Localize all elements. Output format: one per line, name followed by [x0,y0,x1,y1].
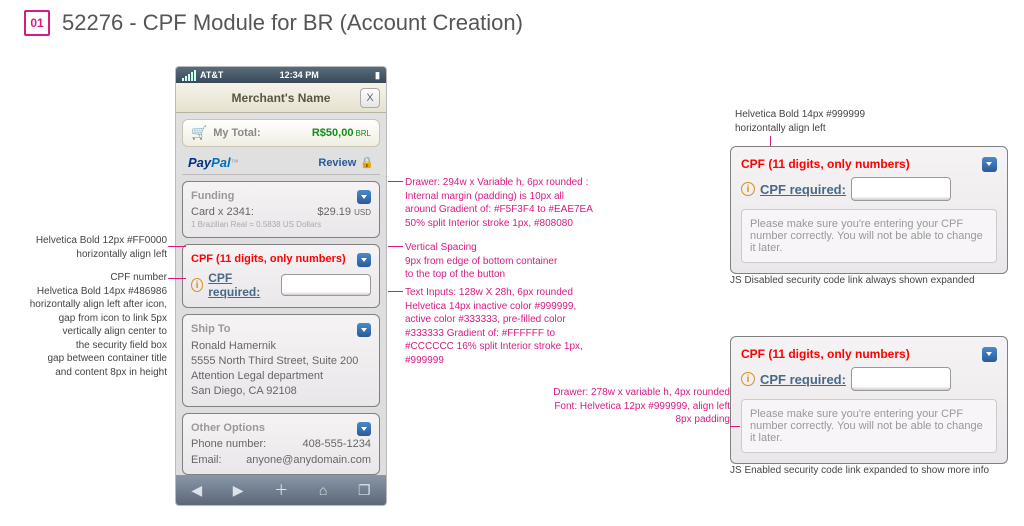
anno-right-header: Helvetica Bold 14px #999999 horizontally… [735,108,935,135]
shipto-city: San Diego, CA 92108 [191,384,371,399]
callout-line [388,246,403,247]
funding-amount: $29.19 [317,206,351,218]
shipto-panel[interactable]: Ship To Ronald Hamernik 5555 North Third… [182,314,380,407]
funding-panel[interactable]: Funding Card x 2341: $29.19 USD 1 Brazil… [182,181,380,238]
phone-mock: AT&T 12:34 PM ▮ Merchant's Name X 🛒 My T… [175,66,387,506]
cpf-input[interactable] [281,274,371,296]
callout-line [388,291,403,292]
bookmarks-button[interactable]: ⌂ [319,482,327,498]
cpf-required-link[interactable]: CPF required: [208,271,276,299]
close-button[interactable]: X [360,88,380,108]
carrier-label: AT&T [200,70,223,80]
funding-card: Card x 2341: [191,206,254,218]
tabs-button[interactable]: ❐ [358,482,371,499]
cpf-error: CPF (11 digits, only numbers) [741,157,997,171]
signal-icon [182,70,196,81]
other-header: Other Options [191,422,371,434]
cart-icon: 🛒 [191,125,207,141]
total-bar[interactable]: 🛒 My Total: R$50,00 BRL [182,119,380,147]
other-panel[interactable]: Other Options Phone number:408-555-1234 … [182,413,380,475]
chevron-down-icon[interactable] [357,323,371,337]
email-label: Email: [191,454,222,466]
cpf-panel: CPF (11 digits, only numbers) i CPF requ… [182,244,380,308]
cpf-input[interactable] [851,367,951,391]
paypal-logo: PayPal [188,155,231,170]
cpf-error: CPF (11 digits, only numbers) [191,253,371,265]
page-title: 52276 - CPF Module for BR (Account Creat… [62,10,523,36]
status-bar: AT&T 12:34 PM ▮ [176,67,386,83]
anno-mid-3: Text Inputs: 128w X 28h, 6px rounded Hel… [405,286,625,367]
callout-line [730,426,740,427]
cpf-help-message: Please make sure you're entering your CP… [741,399,997,453]
paypal-header: PayPal™ Review 🔒 [182,151,380,175]
cpf-required-link[interactable]: CPF required: [760,372,846,387]
cpf-error: CPF (11 digits, only numbers) [741,347,997,361]
drawer-js-disabled: CPF (11 digits, only numbers) i CPF requ… [730,146,1008,274]
shipto-attn: Attention Legal department [191,369,371,384]
anno-mid-1: Drawer: 294w x Variable h, 6px rounded :… [405,176,625,230]
callout-line [388,181,403,182]
exchange-rate: 1 Brazilian Real = 0.5838 US Dollars [191,220,371,229]
cpf-required-link[interactable]: CPF required: [760,182,846,197]
merchant-bar: Merchant's Name X [176,83,386,113]
battery-icon: ▮ [375,70,380,81]
review-label: Review [318,157,356,169]
add-button[interactable]: ＋ [274,480,288,500]
cpf-input[interactable] [851,177,951,201]
total-amount: R$50,00 [312,127,354,139]
shipto-street: 5555 North Third Street, Suite 200 [191,354,371,369]
anno-caption-1: JS Disabled security code link always sh… [730,274,1020,288]
chevron-down-icon[interactable] [982,347,997,362]
forward-button[interactable]: ▶ [233,482,244,499]
browser-toolbar: ◀ ▶ ＋ ⌂ ❐ [176,475,386,505]
page-badge: 01 [24,10,50,36]
callout-line [168,278,186,279]
drawer-js-enabled: CPF (11 digits, only numbers) i CPF requ… [730,336,1008,464]
info-icon[interactable]: i [741,182,755,196]
merchant-name: Merchant's Name [232,91,331,105]
anno-mid-2: Vertical Spacing 9px from edge of bottom… [405,241,625,282]
anno-right-mid: Drawer: 278w x variable h, 4px rounded F… [545,386,730,427]
anno-left-1: Helvetica Bold 12px #FF0000 horizontally… [5,234,167,261]
shipto-name: Ronald Hamernik [191,339,371,354]
back-button[interactable]: ◀ [191,482,202,499]
anno-caption-2: JS Enabled security code link expanded t… [730,464,1020,478]
chevron-down-icon[interactable] [357,190,371,204]
cpf-help-message: Please make sure you're entering your CP… [741,209,997,263]
callout-line [168,246,186,247]
clock: 12:34 PM [280,70,319,80]
lock-icon: 🔒 [360,156,374,169]
chevron-down-icon[interactable] [357,422,371,436]
phone-value: 408-555-1234 [302,438,371,450]
anno-left-2: CPF number Helvetica Bold 14px #486986 h… [5,271,167,379]
funding-currency: USD [354,208,371,217]
info-icon[interactable]: i [741,372,755,386]
chevron-down-icon[interactable] [357,253,371,267]
email-value: anyone@anydomain.com [246,454,371,466]
total-currency: BRL [355,129,371,138]
chevron-down-icon[interactable] [982,157,997,172]
phone-label: Phone number: [191,438,266,450]
funding-header: Funding [191,190,371,202]
mytotal-label: My Total: [213,127,312,139]
shipto-header: Ship To [191,323,371,335]
info-icon[interactable]: i [191,278,203,292]
